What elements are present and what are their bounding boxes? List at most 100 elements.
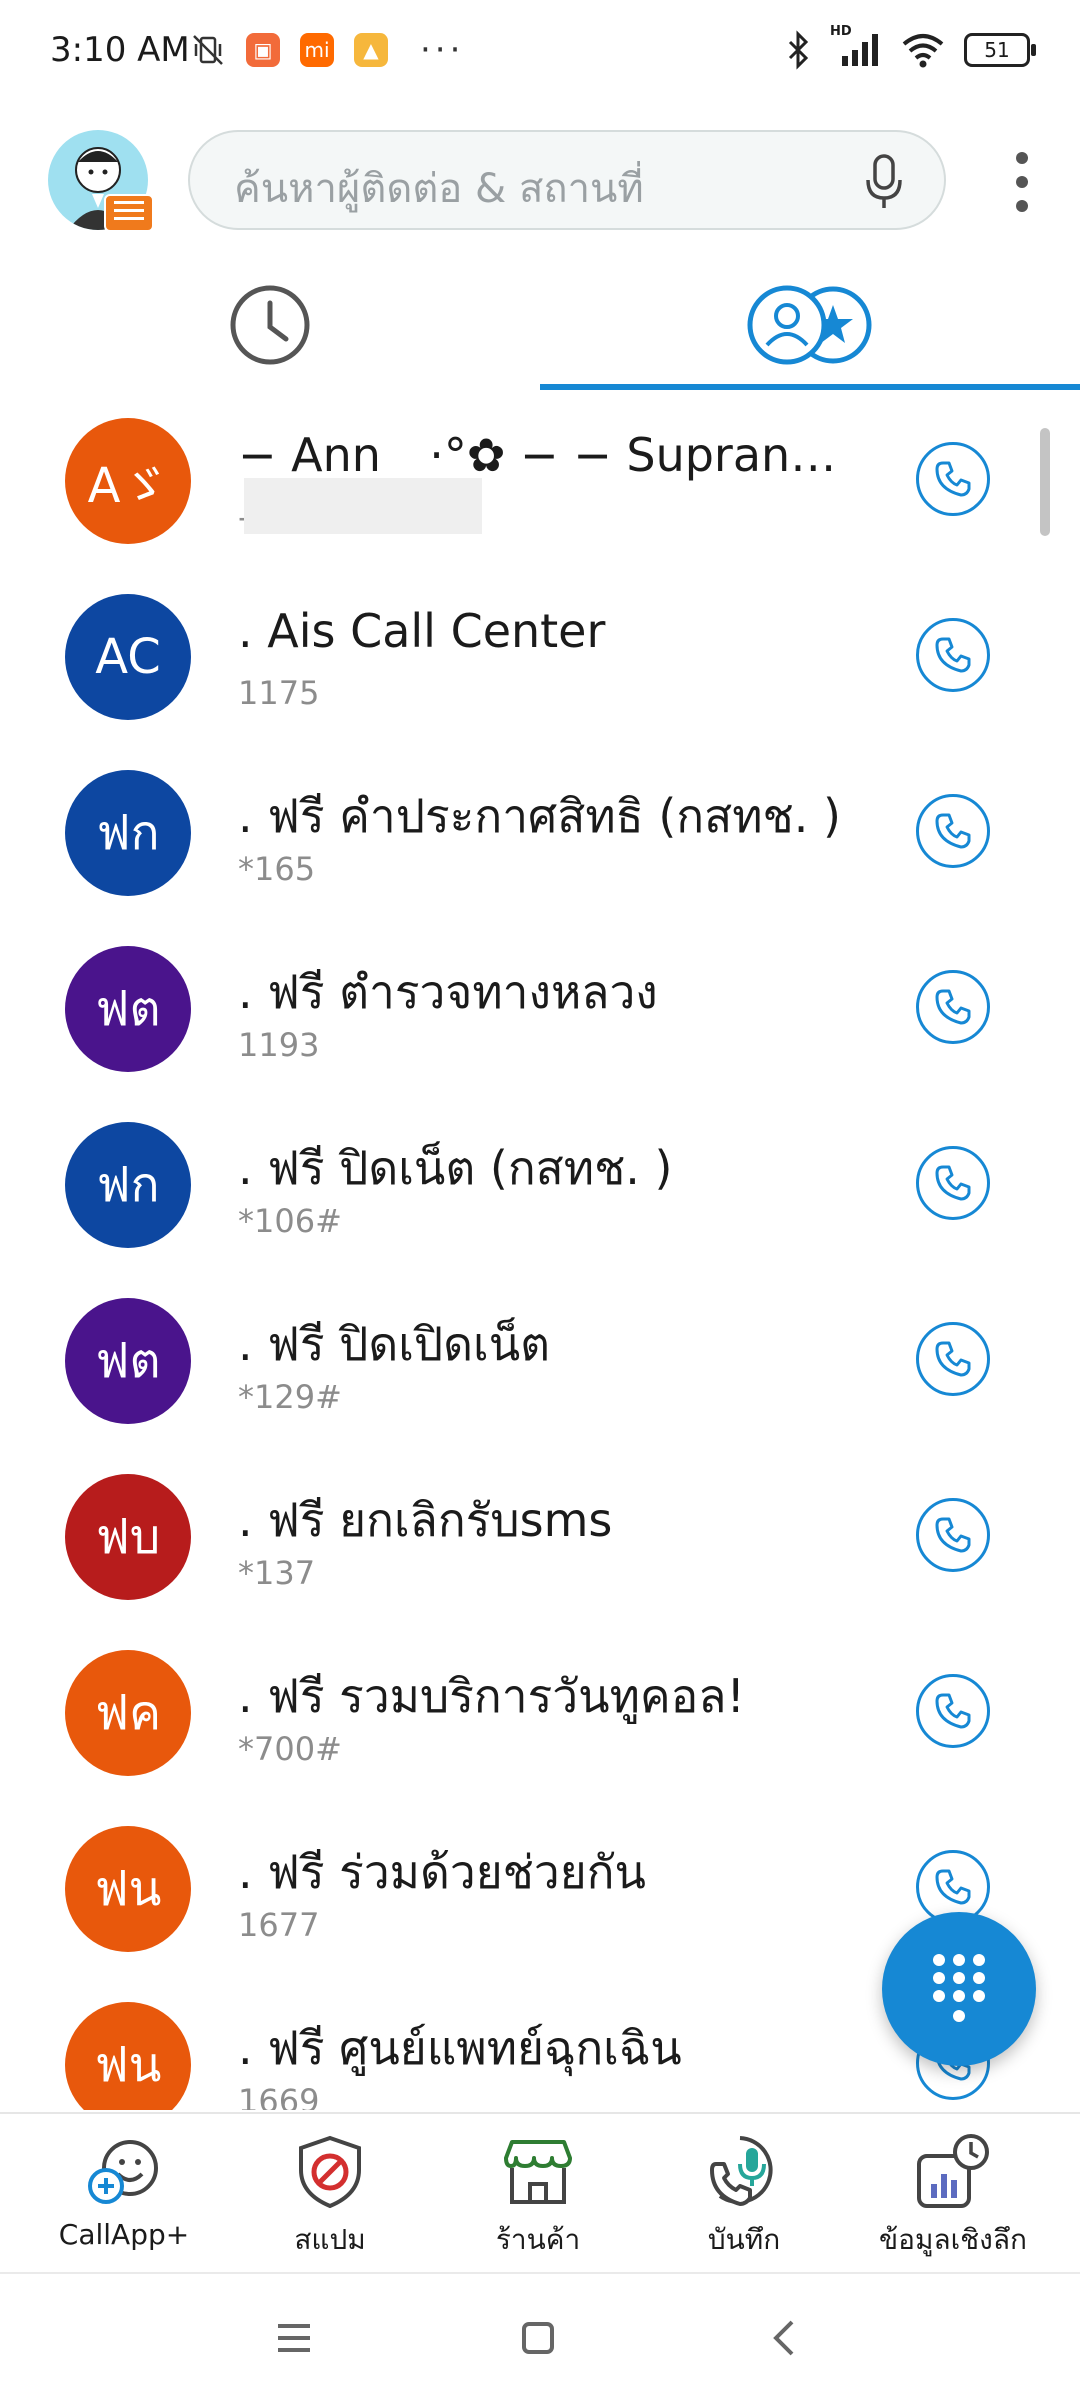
list-item[interactable]: ฟค . ฟรี รวมบริการวันทูคอล! *700# — [0, 1632, 1080, 1808]
call-recorder-icon — [710, 2136, 773, 2206]
contact-number: 1193 — [238, 1026, 320, 1064]
contact-name: . ฟรี ศูนย์แพทย์ฉุกเฉิน — [238, 2021, 682, 2075]
redacted-area — [244, 478, 482, 534]
phone-icon — [935, 1869, 971, 1905]
contact-avatar: ฟค — [65, 1650, 191, 1776]
list-item[interactable]: AC . Ais Call Center 1175 — [0, 576, 1080, 752]
system-navigation-bar — [0, 2272, 1080, 2402]
insights-icon — [917, 2134, 989, 2208]
microphone-icon[interactable] — [864, 154, 904, 210]
dialpad-icon — [933, 1954, 985, 2022]
nav-label: ร้านค้า — [495, 2223, 581, 2256]
battery-indicator: 51 — [964, 33, 1036, 67]
contact-number: *700# — [238, 1730, 342, 1768]
call-button[interactable] — [916, 794, 990, 868]
phone-icon — [935, 1341, 971, 1377]
signal-icon: HD — [830, 24, 882, 70]
nav-label: สแปม — [294, 2223, 366, 2256]
contact-avatar: AC — [65, 594, 191, 720]
bottom-navigation: CallApp+ สแปม ร้านค้า บันทึก ข้อมูลเชิงล… — [0, 2112, 1080, 2274]
contact-number: 1677 — [238, 1906, 320, 1944]
list-item[interactable]: ฟก . ฟรี คำประกาศสิทธิ (กสทช. ) *165 — [0, 752, 1080, 928]
gallery-icon: ▲ — [354, 33, 388, 67]
call-button[interactable] — [916, 970, 990, 1044]
home-icon[interactable] — [514, 2314, 562, 2362]
bluetooth-icon — [788, 30, 809, 70]
call-button[interactable] — [916, 618, 990, 692]
contact-name: − Ann ⠀·°✿ − − Supranee.... — [238, 428, 848, 482]
back-icon[interactable] — [762, 2314, 810, 2362]
more-notifications-icon: ··· — [420, 30, 465, 70]
tab-bar — [0, 260, 1080, 390]
mi-store-icon: ▣ — [246, 33, 280, 67]
callapp-plus-icon — [88, 2140, 158, 2204]
list-item[interactable]: ฟต . ฟรี ตำรวจทางหลวง 1193 — [0, 928, 1080, 1104]
contact-number: 1669 — [238, 2082, 320, 2110]
dialpad-button[interactable] — [882, 1912, 1036, 2066]
contact-avatar: ฟบ — [65, 1474, 191, 1600]
status-system-icons: HD 51 — [786, 24, 1036, 70]
mi-icon: mi — [300, 33, 334, 67]
contact-name: . Ais Call Center — [238, 604, 606, 658]
contact-name: . ฟรี รวมบริการวันทูคอล! — [238, 1669, 745, 1723]
contacts-star-icon — [747, 285, 872, 365]
phone-icon — [935, 1517, 971, 1553]
profile-avatar-button[interactable] — [48, 130, 154, 232]
list-item[interactable]: Aゞ − Ann ⠀·°✿ − − Supranee.... - — [0, 400, 1080, 576]
contact-name: . ฟรี ปิดเปิดเน็ต — [238, 1317, 551, 1371]
contact-name: . ฟรี คำประกาศสิทธิ (กสทช. ) — [238, 789, 841, 843]
call-button[interactable] — [916, 442, 990, 516]
search-input[interactable]: ค้นหาผู้ติดต่อ & สถานที่ — [234, 156, 644, 220]
nav-callapp-plus[interactable]: CallApp+ — [24, 2132, 224, 2251]
list-item[interactable]: ฟก . ฟรี ปิดเน็ต (กสทช. ) *106# — [0, 1104, 1080, 1280]
phone-icon — [935, 1165, 971, 1201]
call-button[interactable] — [916, 1674, 990, 1748]
contact-number: *137 — [238, 1554, 316, 1592]
phone-icon — [935, 1693, 971, 1729]
more-options-button[interactable] — [1010, 152, 1034, 212]
nav-label: บันทึก — [707, 2223, 781, 2256]
selected-tab-indicator — [540, 384, 1080, 390]
tab-contacts-favorites[interactable] — [540, 260, 1080, 390]
spam-shield-icon — [299, 2135, 361, 2209]
nav-spam[interactable]: สแปม — [230, 2132, 430, 2262]
contact-avatar: ฟก — [65, 1122, 191, 1248]
muted-vibrate-icon — [193, 35, 223, 65]
nav-label: ข้อมูลเชิงลึก — [879, 2223, 1027, 2256]
menu-badge-icon — [104, 194, 154, 232]
contact-list[interactable]: Aゞ − Ann ⠀·°✿ − − Supranee.... - AC . Ai… — [0, 400, 1080, 2110]
status-time: 3:10 AM — [50, 30, 190, 70]
phone-icon — [935, 461, 971, 497]
status-notification-icons: ▣ mi ▲ ··· — [190, 30, 464, 70]
contact-name: . ฟรี ปิดเน็ต (กสทช. ) — [238, 1141, 673, 1195]
contact-number: *165 — [238, 850, 316, 888]
list-scrollbar[interactable] — [1040, 428, 1050, 536]
status-bar: 3:10 AM ▣ mi ▲ ··· HD 51 — [0, 0, 1080, 100]
nav-recorder[interactable]: บันทึก — [644, 2132, 844, 2262]
tab-recent[interactable] — [0, 260, 540, 390]
store-icon — [504, 2140, 572, 2204]
contact-avatar: ฟต — [65, 946, 191, 1072]
call-button[interactable] — [916, 1322, 990, 1396]
contact-avatar: ฟต — [65, 1298, 191, 1424]
contact-name: . ฟรี ร่วมด้วยช่วยกัน — [238, 1845, 646, 1899]
nav-store[interactable]: ร้านค้า — [438, 2132, 638, 2262]
contact-name: . ฟรี ยกเลิกรับsms — [238, 1493, 613, 1547]
list-item[interactable]: ฟต . ฟรี ปิดเปิดเน็ต *129# — [0, 1280, 1080, 1456]
contact-avatar: ฟก — [65, 770, 191, 896]
clock-icon — [230, 285, 310, 365]
contact-number: 1175 — [238, 674, 320, 712]
phone-icon — [935, 813, 971, 849]
nav-insights[interactable]: ข้อมูลเชิงลึก — [848, 2132, 1058, 2262]
contact-avatar: ฟน — [65, 1826, 191, 1952]
nav-label: CallApp+ — [58, 2218, 190, 2251]
menu-icon[interactable] — [270, 2314, 318, 2362]
list-item[interactable]: ฟบ . ฟรี ยกเลิกรับsms *137 — [0, 1456, 1080, 1632]
contact-avatar: Aゞ — [65, 418, 191, 544]
search-bar[interactable]: ค้นหาผู้ติดต่อ & สถานที่ — [188, 130, 946, 230]
call-button[interactable] — [916, 1146, 990, 1220]
phone-icon — [935, 989, 971, 1025]
contact-number: *106# — [238, 1202, 342, 1240]
contact-name: . ฟรี ตำรวจทางหลวง — [238, 965, 658, 1019]
call-button[interactable] — [916, 1498, 990, 1572]
